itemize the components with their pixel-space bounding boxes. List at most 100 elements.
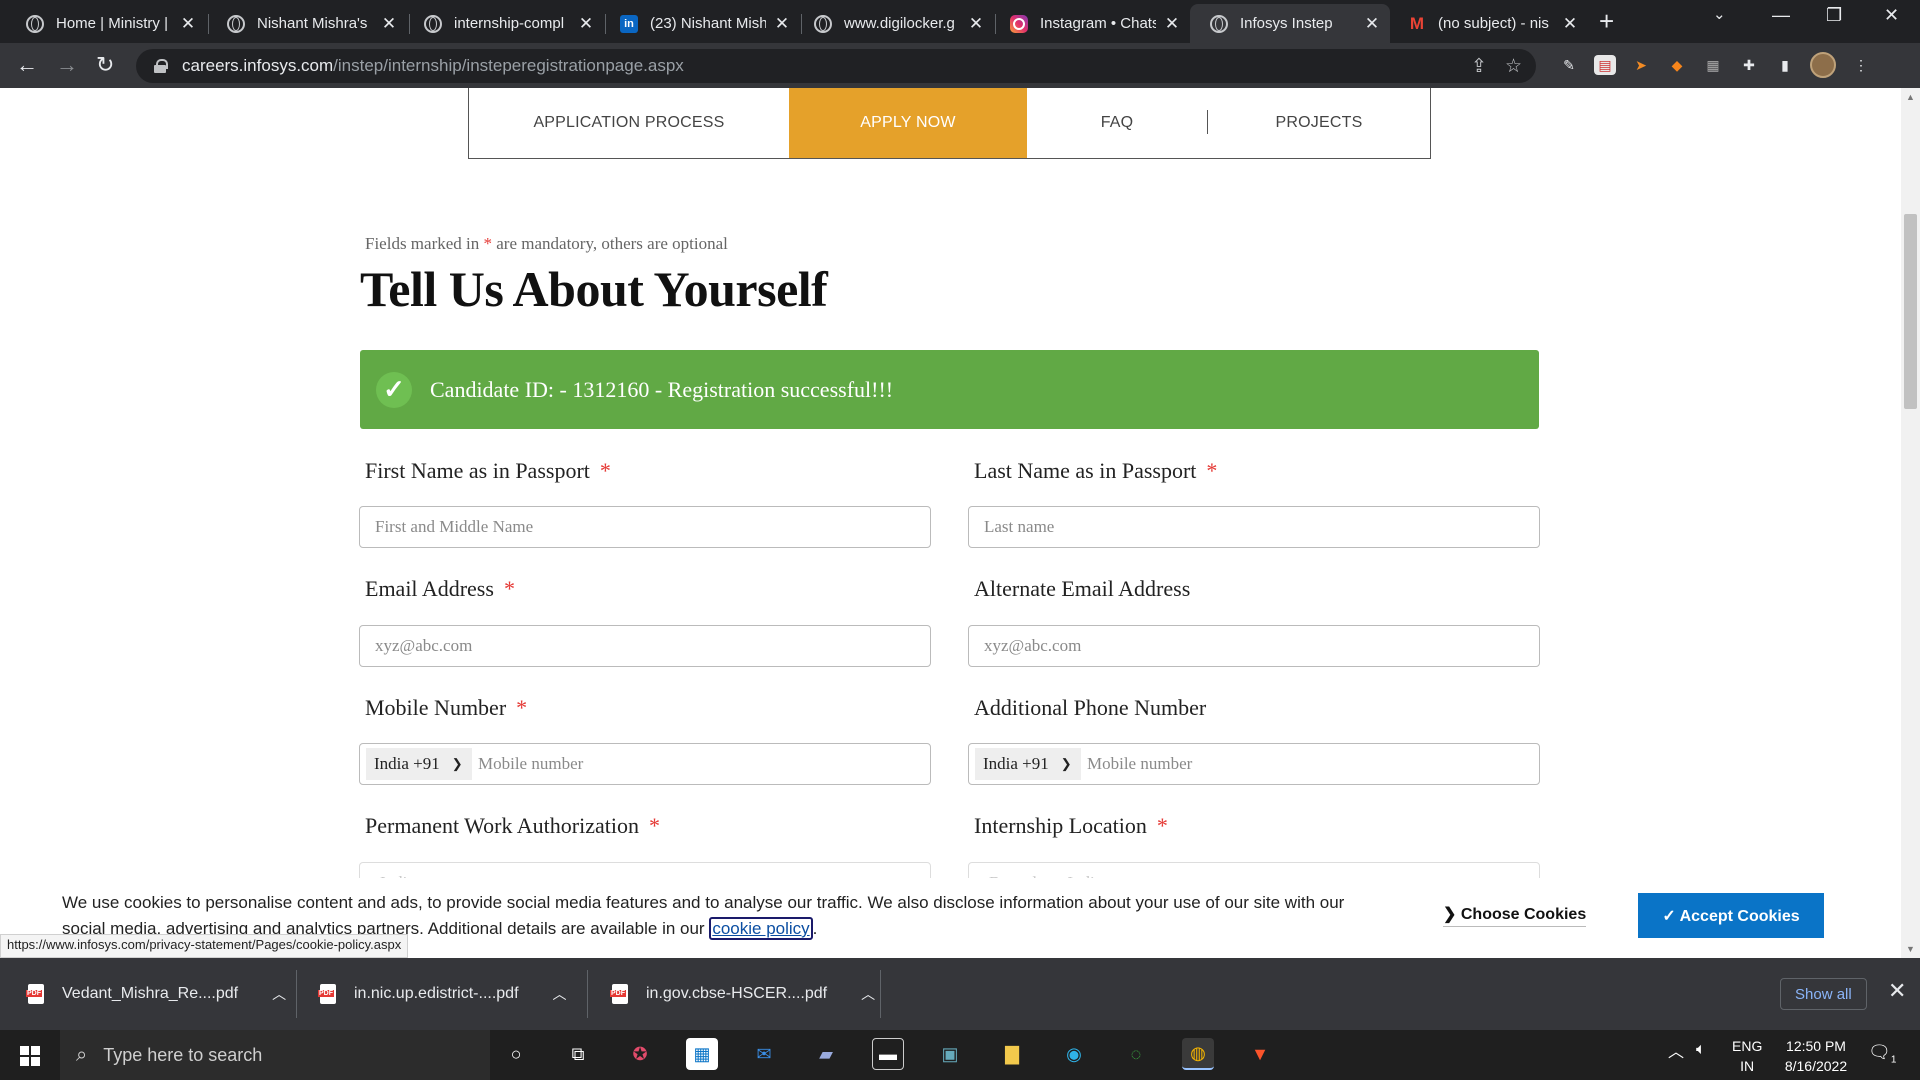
show-all-downloads-button[interactable]: Show all [1780,978,1867,1010]
minimize-icon[interactable]: — [1772,5,1790,26]
store-icon[interactable]: ▦ [686,1038,718,1070]
browser-tab[interactable]: Nishant Mishra's ✕ [207,4,407,43]
tab-label: Infosys Instep [1240,15,1333,32]
cookie-policy-link[interactable]: cookie policy [709,917,813,940]
country-code-select[interactable]: India +91 ❯ [975,748,1081,780]
first-name-input[interactable] [359,506,931,548]
file-explorer-icon[interactable]: ▇ [996,1038,1028,1070]
alt-phone-input[interactable] [1081,749,1539,779]
mobile-field: India +91 ❯ [359,743,931,785]
download-item[interactable]: in.nic.up.edistrict-....pdf ︿ [318,958,567,1030]
reload-icon[interactable]: ↻ [96,52,114,78]
close-icon[interactable]: ✕ [968,14,984,34]
pdf-icon [318,984,336,1004]
close-icon[interactable]: ✕ [180,14,196,34]
close-icon[interactable]: ✕ [1364,14,1380,34]
lock-icon[interactable] [154,59,168,73]
download-item[interactable]: Vedant_Mishra_Re....pdf ︿ [26,958,286,1030]
chrome-icon[interactable]: ◍ [1182,1038,1214,1070]
profile-avatar[interactable] [1810,52,1836,78]
downloads-bar: Vedant_Mishra_Re....pdf ︿ in.nic.up.edis… [0,958,1920,1030]
close-icon[interactable]: ✕ [774,14,790,34]
menu-dots-icon[interactable]: ⋮ [1850,55,1872,75]
nav-faq[interactable]: FAQ [1027,88,1207,158]
chevron-up-icon[interactable]: ︿ [861,984,875,1004]
clock[interactable]: 12:50 PM 8/16/2022 [1776,1036,1856,1076]
puzzle-icon[interactable]: ✚ [1738,55,1760,75]
chevron-extension-icon[interactable]: ➤ [1630,55,1652,75]
metamask-icon[interactable]: ◆ [1666,55,1688,75]
cortana-icon[interactable]: ○ [500,1038,532,1070]
close-icon[interactable]: ✕ [1562,14,1578,34]
url-path: /instep/internship/insteperegistrationpa… [333,56,684,75]
speaker-icon[interactable]: 🔈︎ [1696,1041,1706,1059]
choose-cookies-button[interactable]: ❯ Choose Cookies [1443,904,1587,927]
notes-app-icon[interactable]: ▰ [810,1038,842,1070]
last-name-input[interactable] [968,506,1540,548]
close-icon[interactable]: ✕ [578,14,594,34]
app-icon[interactable]: ✪ [624,1038,656,1070]
browser-tab[interactable]: in (23) Nishant Mish ✕ [600,4,800,43]
app-loader-icon[interactable]: ◌ [1120,1038,1152,1070]
notification-icon[interactable]: 🗨︎1 [1868,1042,1896,1066]
mail-icon[interactable]: ✉ [748,1038,780,1070]
scroll-up-icon[interactable]: ▲ [1906,92,1915,102]
note-text: Fields marked in [365,234,480,253]
email-input[interactable] [359,625,931,667]
tab-search-icon[interactable]: ⌄ [1713,5,1726,23]
download-item[interactable]: in.gov.cbse-HSCER....pdf ︿ [610,958,875,1030]
chevron-up-icon[interactable]: ︿ [1668,1038,1684,1062]
instagram-icon [1010,14,1028,33]
taskbar-search[interactable]: ⌕ Type here to search [60,1030,490,1080]
address-bar[interactable]: careers.infosys.com/instep/internship/in… [136,49,1536,83]
nav-apply-now[interactable]: APPLY NOW [789,88,1027,158]
browser-tab[interactable]: www.digilocker.g ✕ [794,4,994,43]
close-icon[interactable]: ✕ [381,14,397,34]
back-icon[interactable]: ← [16,52,38,78]
share-icon[interactable]: ⇪ [1471,55,1487,78]
brave-icon[interactable]: ▼ [1244,1038,1276,1070]
close-icon[interactable]: ✕ [1888,978,1906,1004]
gmail-icon: M [1409,13,1425,33]
browser-tab[interactable]: Home | Ministry | ✕ [6,4,206,43]
pen-extension-icon[interactable]: ✎ [1558,55,1580,75]
window-close-icon[interactable]: ✕ [1884,5,1899,26]
terminal-icon[interactable]: ▬ [872,1038,904,1070]
chevron-up-icon[interactable]: ︿ [553,984,567,1004]
nav-application-process[interactable]: APPLICATION PROCESS [469,88,789,158]
tab-label: Home | Ministry | [56,15,168,32]
accept-cookies-button[interactable]: ✓ Accept Cookies [1638,893,1824,938]
restore-icon[interactable]: ❐ [1826,5,1842,26]
notes-extension-icon[interactable]: ▤ [1594,55,1616,75]
windows-start-icon[interactable] [20,1046,40,1066]
section-nav: APPLICATION PROCESS APPLY NOW FAQ PROJEC… [468,88,1431,159]
edge-icon[interactable]: ◉ [1058,1038,1090,1070]
linkedin-icon: in [620,14,638,33]
globe-icon [227,14,245,33]
language-indicator[interactable]: ENG IN [1732,1036,1762,1076]
scrollbar-thumb[interactable] [1904,214,1917,409]
forward-icon[interactable]: → [56,52,78,78]
computer-icon[interactable]: ▣ [934,1038,966,1070]
country-code-select[interactable]: India +91 ❯ [366,748,472,780]
bookmark-star-icon[interactable]: ☆ [1505,55,1522,78]
side-panel-icon[interactable]: ▮ [1774,55,1796,75]
page-content: APPLICATION PROCESS APPLY NOW FAQ PROJEC… [0,88,1920,958]
browser-tab-active[interactable]: Infosys Instep ✕ [1190,4,1390,43]
extension-icon[interactable]: ▦ [1702,55,1724,75]
new-tab-icon[interactable]: + [1599,6,1614,37]
scroll-down-icon[interactable]: ▼ [1906,944,1915,954]
task-view-icon[interactable]: ⧉ [562,1038,594,1070]
url-host: careers.infosys.com [182,56,334,75]
browser-tab[interactable]: internship-compl ✕ [404,4,604,43]
page-scrollbar[interactable]: ▲ ▼ [1901,88,1920,958]
globe-icon [424,14,442,33]
browser-tab[interactable]: M (no subject) - nis ✕ [1388,4,1588,43]
alt-email-input[interactable] [968,625,1540,667]
tab-label: www.digilocker.g [844,15,955,32]
nav-projects[interactable]: PROJECTS [1208,88,1430,158]
close-icon[interactable]: ✕ [1164,14,1180,34]
browser-tab[interactable]: Instagram • Chats ✕ [990,4,1190,43]
mobile-input[interactable] [472,749,930,779]
chevron-up-icon[interactable]: ︿ [272,984,286,1004]
